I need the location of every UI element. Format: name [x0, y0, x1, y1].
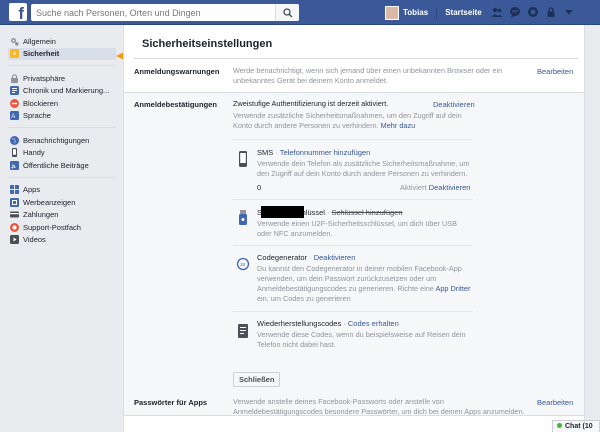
block-icon	[10, 98, 19, 108]
search-input[interactable]	[36, 5, 271, 20]
globe-icon	[10, 135, 19, 145]
rss-icon	[10, 160, 19, 170]
search-box	[31, 4, 299, 21]
settings-sidebar: Allgemein Sicherheit Privatsphäre Chroni…	[8, 33, 116, 255]
payments-icon	[10, 211, 19, 218]
svg-text:A: A	[11, 114, 15, 120]
profile-link[interactable]: Tobias	[403, 8, 428, 17]
sidebar-item-ads[interactable]: Werbeanzeigen	[8, 196, 116, 209]
sidebar-group-privacy: Privatsphäre Chronik und Markierung... B…	[8, 70, 116, 128]
sidebar-group-account: Allgemein Sicherheit	[8, 33, 116, 66]
sidebar-item-apps[interactable]: Apps	[8, 184, 116, 197]
usb-key-icon	[239, 210, 247, 225]
search-button[interactable]	[275, 4, 299, 21]
sidebar-item-blocking[interactable]: Blockieren	[8, 97, 116, 110]
learn-more-link[interactable]: Mehr dazu	[381, 121, 415, 130]
two-factor-status: Zweistufige Authentifizierung ist derzei…	[233, 99, 389, 108]
login-approvals-label: Anmeldebestätigungen	[134, 100, 217, 109]
messages-icon[interactable]	[509, 6, 521, 18]
sidebar-item-public-posts[interactable]: Öffentliche Beiträge	[8, 159, 116, 172]
login-approvals-desc: Verwende zusätzliche Sicherheitsmaßnahme…	[233, 111, 462, 130]
app-passwords-edit-link[interactable]: Bearbeiten	[537, 398, 573, 407]
phone-icon	[12, 148, 17, 158]
close-button[interactable]: Schließen	[233, 372, 281, 387]
sidebar-group-apps: Apps Werbeanzeigen Zahlungen Support-Pos…	[8, 182, 116, 252]
search-icon	[283, 8, 293, 18]
svg-text:15: 15	[240, 262, 246, 267]
sidebar-group-notifications: Benachrichtigungen Handy Öffentliche Bei…	[8, 132, 116, 178]
title-divider	[134, 58, 578, 59]
redacted-phone-number	[261, 206, 304, 218]
recovery-codes-desc: Verwende diese Codes, wenn du beispielsw…	[257, 330, 466, 349]
support-icon	[10, 222, 19, 232]
sidebar-item-videos[interactable]: Videos	[8, 234, 116, 247]
sms-title: SMS · Telefonnummer hinzufügen	[257, 148, 371, 157]
sidebar-item-support-inbox[interactable]: Support-Postfach	[8, 221, 116, 234]
topbar-icons	[491, 6, 575, 18]
account-menu-icon[interactable]	[563, 6, 575, 18]
app-passwords-label: Passwörter für Apps	[134, 398, 208, 407]
third-party-app-link[interactable]: App Dritter	[436, 284, 471, 293]
video-icon	[10, 235, 19, 245]
page-title: Sicherheitseinstellungen	[142, 38, 273, 50]
sidebar-item-language[interactable]: A Sprache	[8, 110, 116, 123]
login-approvals-section: Anmeldebestätigungen Zweistufige Authent…	[124, 92, 584, 416]
code-generator-desc: Du kannst den Codegenerator in deiner mo…	[257, 264, 471, 303]
code-generator-title: Codegenerator · Deaktivieren	[257, 253, 356, 262]
login-warnings-desc: Werde benachrichtigt, wenn sich jemand ü…	[233, 66, 503, 85]
privacy-icon[interactable]	[545, 6, 557, 18]
code-generator-icon: 15	[236, 257, 250, 271]
friends-icon[interactable]	[491, 6, 503, 18]
sms-status: Aktiviert Deaktivieren	[400, 183, 471, 192]
phone-number-prefix: 0	[257, 183, 262, 192]
login-warnings-edit-link[interactable]: Bearbeiten	[537, 67, 573, 76]
sms-desc: Verwende dein Telefon als zusätzliche Si…	[257, 159, 470, 178]
recovery-codes-icon	[238, 324, 248, 338]
sidebar-item-security[interactable]: Sicherheit	[8, 47, 116, 60]
shield-icon	[10, 49, 19, 59]
code-generator-deactivate-link[interactable]: Deaktivieren	[314, 253, 356, 262]
avatar[interactable]	[385, 5, 399, 20]
sidebar-item-timeline-tagging[interactable]: Chronik und Markierung...	[8, 85, 116, 98]
get-codes-link[interactable]: Codes erhalten	[348, 319, 399, 328]
topbar-divider	[436, 6, 438, 19]
add-key-link[interactable]: Schlüssel hinzufügen	[332, 208, 403, 217]
sidebar-item-notifications[interactable]: Benachrichtigungen	[8, 134, 116, 147]
app-passwords-desc: Verwende anstelle deines Facebook-Passwo…	[233, 397, 525, 416]
security-key-desc: Verwende einen U2F-Sicherheitsschlüssel,…	[257, 219, 457, 238]
divider	[233, 311, 473, 312]
gear-icon	[11, 37, 19, 46]
chat-tab[interactable]: Chat (10	[552, 420, 600, 432]
home-link[interactable]: Startseite	[445, 8, 481, 17]
lock-icon	[11, 73, 18, 83]
divider	[233, 245, 473, 246]
security-settings-panel: Sicherheitseinstellungen Anmeldungswarnu…	[123, 25, 585, 432]
language-icon: A	[10, 111, 19, 121]
top-navigation-bar: f Tobias Startseite	[0, 0, 600, 25]
two-factor-deactivate-link[interactable]: Deaktivieren	[433, 100, 475, 109]
sidebar-item-payments[interactable]: Zahlungen	[8, 209, 116, 222]
facebook-logo[interactable]: f	[9, 3, 27, 21]
recovery-codes-title: Wiederherstellungscodes · Codes erhalten	[257, 319, 399, 328]
sidebar-item-mobile[interactable]: Handy	[8, 147, 116, 160]
apps-icon	[10, 185, 19, 195]
notifications-icon[interactable]	[527, 6, 539, 18]
add-phone-link[interactable]: Telefonnummer hinzufügen	[280, 148, 370, 157]
timeline-icon	[10, 86, 19, 96]
sms-deactivate-link[interactable]: Deaktivieren	[429, 183, 471, 192]
login-warnings-label: Anmeldungswarnungen	[134, 67, 220, 76]
divider	[233, 199, 473, 200]
phone-icon	[239, 151, 247, 167]
divider	[233, 139, 473, 140]
online-indicator	[557, 423, 562, 428]
topbar-user-area: Tobias Startseite	[385, 5, 482, 20]
sidebar-item-general[interactable]: Allgemein	[8, 35, 116, 48]
ads-icon	[10, 197, 19, 207]
sidebar-item-privacy[interactable]: Privatsphäre	[8, 72, 116, 85]
